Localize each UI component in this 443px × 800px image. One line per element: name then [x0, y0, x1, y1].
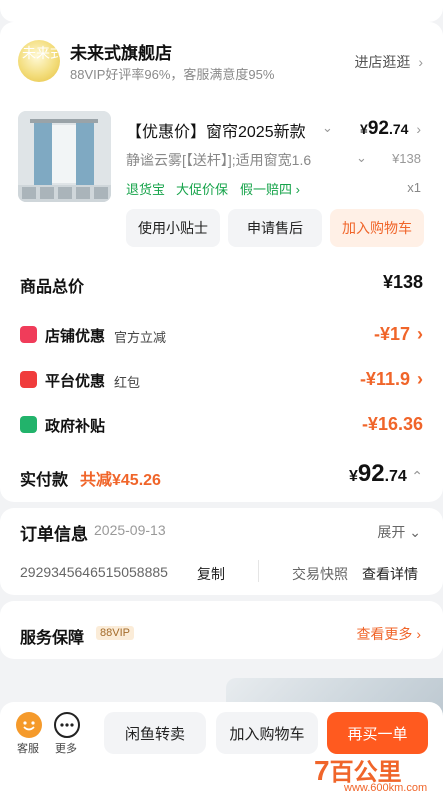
store-name[interactable]: 未来式旗舰店 [70, 39, 172, 64]
watermark-url: www.600km.com [344, 782, 428, 794]
store-logo-text: 未来式 [22, 46, 60, 62]
paid-symbol: ¥ [348, 468, 358, 485]
smile-face-svg [23, 721, 35, 731]
chevron-up-icon[interactable]: ⌃ [411, 468, 423, 484]
tag-fake-compensate-label: 假一赔四 [240, 182, 293, 197]
total-value: ¥138 [382, 272, 423, 292]
tag-price-protect: 大促价保 [176, 182, 229, 197]
more-label[interactable]: 更多 [55, 740, 77, 756]
platform-discount-icon [20, 371, 37, 388]
xianyu-resell-button[interactable]: 闲鱼转卖 [104, 712, 206, 754]
view-details-link[interactable]: 查看详情 [362, 564, 418, 584]
chevron-down-icon: ⌄ [356, 150, 367, 165]
chevron-right-icon: › [417, 369, 423, 389]
product-title[interactable]: 【优惠价】窗帘2025新款 [126, 118, 316, 142]
buy-again-label: 再买一单 [347, 725, 408, 743]
after-sale-button[interactable]: 申请售后 [228, 209, 322, 247]
chevron-right-icon: › [418, 54, 423, 70]
store-rating: 88VIP好评率96%，客服满意度95% [70, 67, 275, 82]
order-date: 2025-09-13 [94, 522, 166, 538]
chevron-down-icon: ⌄ [322, 120, 333, 135]
expand-label: 展开 [377, 524, 406, 540]
paid-amount: ¥92.74 ⌃ [349, 460, 423, 488]
chevron-right-icon: › [417, 324, 423, 344]
tag-return-insurance: 退货宝 [126, 182, 166, 197]
bottom-add-to-cart-button[interactable]: 加入购物车 [216, 712, 318, 754]
bottom-add-to-cart-label: 加入购物车 [229, 725, 305, 743]
service-more-label: 查看更多 [356, 626, 413, 642]
store-discount-value[interactable]: -¥17 › [374, 324, 423, 345]
chevron-down-icon: ⌄ [409, 524, 421, 540]
customer-service-icon[interactable] [16, 712, 42, 738]
chevron-right-icon: › [416, 121, 421, 137]
dots-svg [60, 723, 74, 727]
quantity: x1 [407, 180, 421, 195]
price-dec: .74 [388, 121, 409, 137]
chevron-right-icon: › [416, 626, 421, 642]
product-price: ¥92.74 › [360, 118, 421, 140]
store-discount-amount: -¥17 [373, 324, 410, 344]
add-to-cart-button[interactable]: 加入购物车 [330, 209, 424, 247]
order-number: 2929345646515058885 [20, 564, 168, 580]
gov-subsidy-icon [20, 416, 37, 433]
customer-service-label[interactable]: 客服 [17, 740, 39, 756]
visit-store-label: 进店逛逛 [354, 54, 411, 70]
add-to-cart-button-label: 加入购物车 [342, 220, 412, 236]
trade-snapshot-link[interactable]: 交易快照 [292, 564, 348, 584]
saved-amount: 共减¥45.26 [80, 472, 161, 489]
price-symbol: ¥ [360, 121, 368, 137]
paid-dec: .74 [384, 468, 407, 485]
gov-subsidy-name: 政府补贴 [45, 418, 106, 435]
product-image[interactable] [18, 111, 111, 202]
copy-button[interactable]: 复制 [197, 564, 225, 584]
buy-again-button[interactable]: 再买一单 [327, 712, 428, 754]
divider [258, 560, 259, 582]
watermark-mark: 7 [314, 755, 330, 786]
more-dots-icon[interactable] [54, 712, 80, 738]
after-sale-button-label: 申请售后 [247, 220, 303, 236]
platform-discount-sub: 红包 [114, 375, 141, 390]
paid-label: 实付款 [20, 472, 69, 489]
service-more-link[interactable]: 查看更多 › [356, 624, 421, 644]
store-discount-icon [20, 326, 37, 343]
store-discount-sub: 官方立减 [114, 330, 167, 345]
visit-store-link[interactable]: 进店逛逛 › [354, 52, 423, 72]
product-spec[interactable]: 静谧云雾[【送杆】];适用窗宽1.6 [126, 150, 352, 170]
platform-discount-amount: -¥11.9 [359, 369, 410, 389]
paid-int: 92 [357, 460, 385, 487]
curtain-image [18, 111, 111, 202]
top-strip [0, 0, 443, 22]
price-int: 92 [367, 118, 389, 139]
gov-subsidy-value: -¥16.36 [361, 414, 423, 434]
total-label: 商品总价 [20, 279, 85, 296]
order-info-title: 订单信息 [20, 525, 88, 544]
chevron-right-icon: › [295, 182, 300, 197]
xianyu-resell-label: 闲鱼转卖 [124, 725, 185, 743]
store-logo[interactable]: 未来式 [18, 40, 60, 82]
tips-button-label: 使用小贴士 [138, 220, 208, 236]
platform-discount-value[interactable]: -¥11.9 › [360, 369, 423, 390]
expand-button[interactable]: 展开 ⌄ [377, 522, 421, 542]
tips-button[interactable]: 使用小贴士 [126, 209, 220, 247]
original-price: ¥138 [392, 151, 421, 166]
platform-discount-name: 平台优惠 [45, 373, 106, 390]
vip-badge: 88VIP [96, 626, 134, 640]
service-title: 服务保障 [20, 630, 85, 647]
tag-fake-compensate[interactable]: 假一赔四 › [240, 179, 300, 198]
store-discount-name: 店铺优惠 [45, 328, 106, 345]
